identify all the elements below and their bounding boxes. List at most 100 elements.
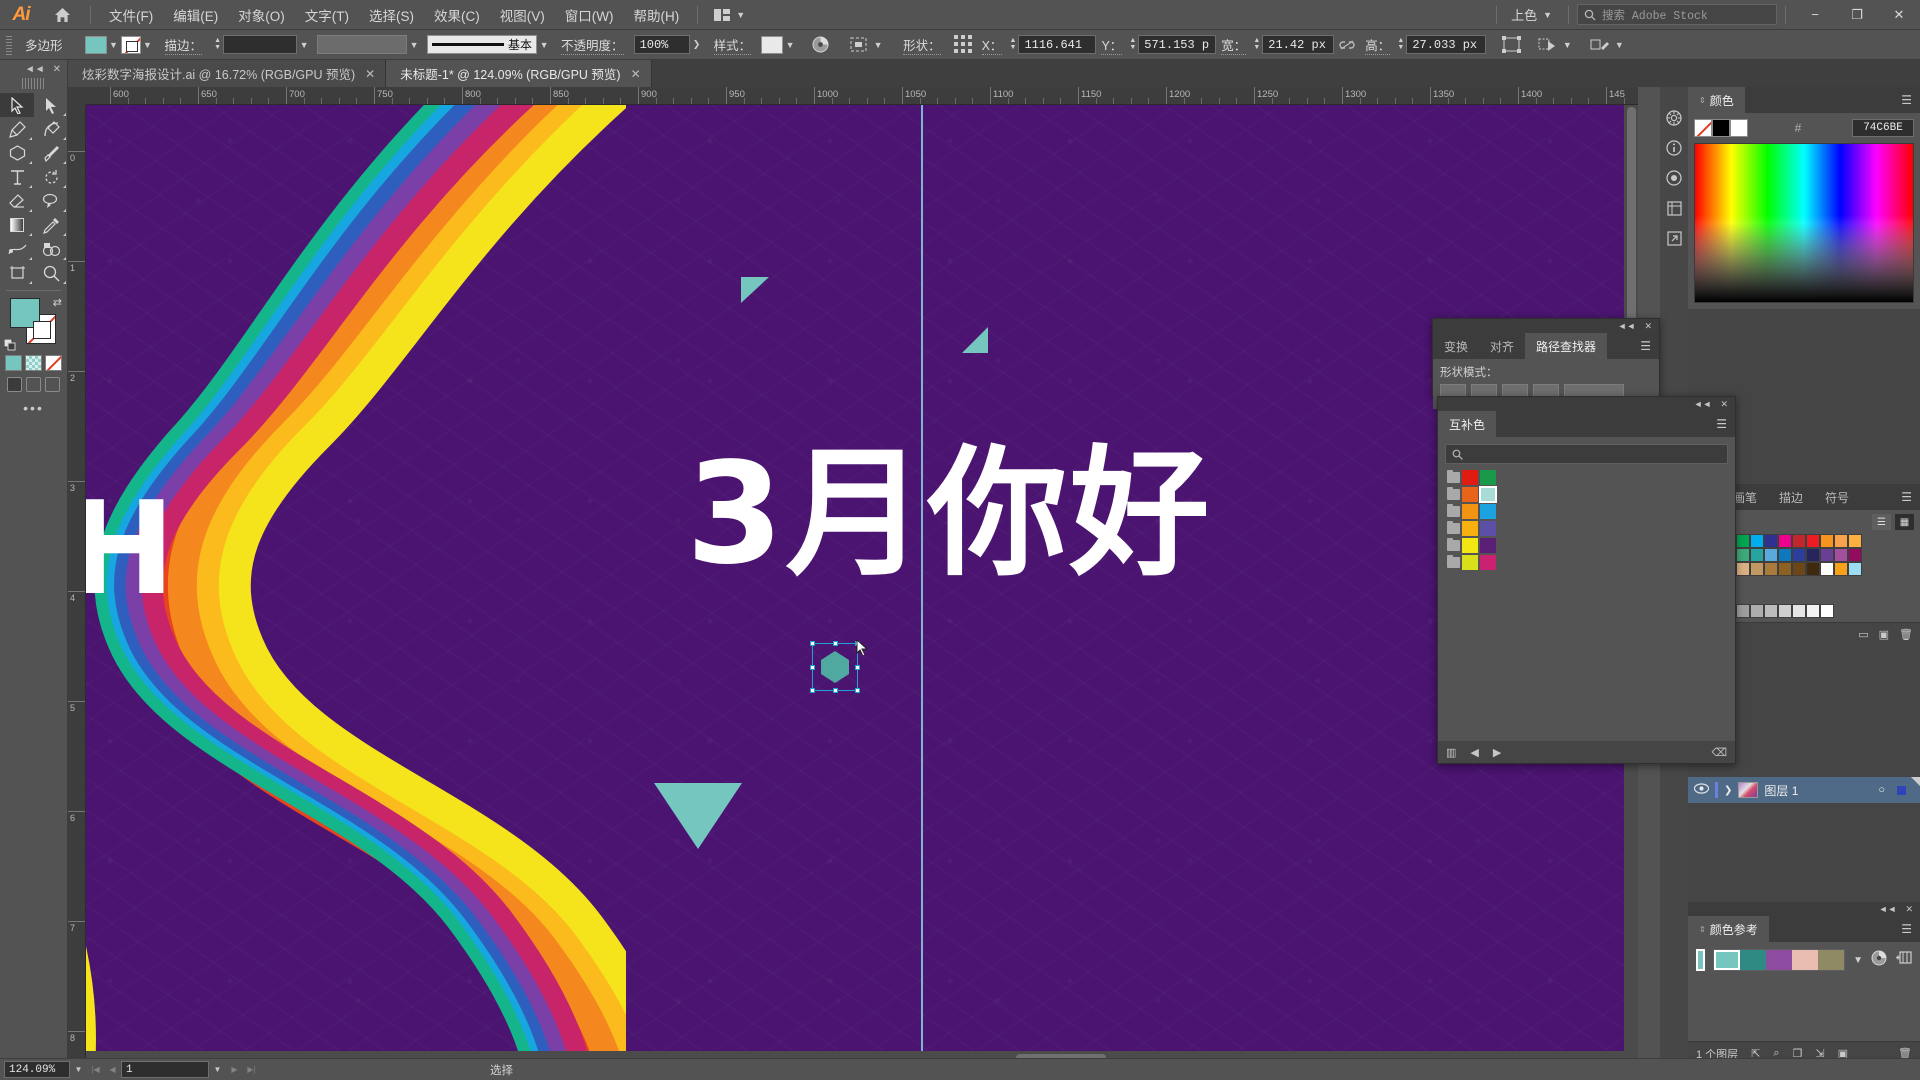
tool-pen[interactable]: [0, 117, 34, 141]
swatch-cell[interactable]: [1806, 604, 1820, 618]
pathfinder-menu-icon[interactable]: ☰: [1632, 333, 1659, 359]
rail-collapse-icon[interactable]: double-arrow-left-icon: [1660, 87, 1688, 103]
triangle-decoration-1[interactable]: [741, 277, 769, 303]
swatch-cell[interactable]: [1792, 562, 1806, 576]
stroke-swatch-chevron-icon[interactable]: ▼: [141, 36, 155, 54]
reference-point-selector[interactable]: [951, 33, 977, 57]
toolbox-grip[interactable]: [21, 78, 46, 89]
layer-name[interactable]: 图层 1: [1764, 782, 1798, 799]
ruler-origin-corner[interactable]: [68, 87, 86, 105]
tab-symbols[interactable]: 符号: [1814, 484, 1861, 510]
swatch-cell[interactable]: [1764, 604, 1778, 618]
new-swatch-icon[interactable]: ▣: [1879, 628, 1889, 641]
pathfinder-close-icon[interactable]: ✕: [1644, 321, 1652, 332]
layer-target-circle-icon[interactable]: ○: [1878, 784, 1885, 796]
prev-artboard-button[interactable]: ◀: [104, 1061, 121, 1078]
align-options-button[interactable]: [845, 33, 871, 57]
poster-headline[interactable]: 3月你好: [686, 445, 1211, 585]
color-black-swatch[interactable]: [1712, 119, 1730, 137]
tool-selection[interactable]: [0, 93, 34, 117]
color-mode-none[interactable]: [45, 355, 62, 371]
tool-gradient[interactable]: [0, 213, 34, 237]
fill-swatch-chevron-icon[interactable]: ▼: [107, 36, 121, 54]
tab-color[interactable]: ⇕ 颜色: [1688, 87, 1745, 113]
fill-color-swatch[interactable]: [84, 35, 107, 54]
menu-item-help[interactable]: 帮助(H): [623, 1, 689, 29]
harmony-swatch[interactable]: [1792, 950, 1819, 970]
artboard[interactable]: H 3月你好: [86, 105, 1638, 1065]
color-none-swatch[interactable]: [1694, 119, 1712, 137]
tab-transform[interactable]: 变换: [1433, 333, 1480, 359]
swatch-cell[interactable]: [1764, 562, 1778, 576]
tool-artboard[interactable]: [0, 261, 34, 285]
new-color-group-icon[interactable]: ▭: [1858, 628, 1868, 641]
swatch-cell[interactable]: [1792, 534, 1806, 548]
swatch-cell[interactable]: [1834, 534, 1848, 548]
swatch-cell[interactable]: [1778, 562, 1792, 576]
workspace-switcher[interactable]: 上色: [1505, 5, 1543, 24]
list-view-icon[interactable]: ☰: [1872, 514, 1891, 530]
tab-align[interactable]: 对齐: [1479, 333, 1526, 359]
zoom-level-field[interactable]: 124.09%: [4, 1061, 70, 1078]
selection-handle-br[interactable]: [855, 688, 860, 693]
chevron-down-icon[interactable]: ▼: [1543, 10, 1552, 20]
menu-item-object[interactable]: 对象(O): [228, 1, 295, 29]
control-bar-grip[interactable]: [3, 32, 15, 57]
opacity-field[interactable]: 100%: [633, 35, 690, 54]
selection-bounding-box[interactable]: [810, 641, 860, 693]
width-field[interactable]: 21.42 px: [1262, 35, 1335, 54]
triangle-decoration-3[interactable]: [654, 783, 742, 849]
color-guide-base-swatch[interactable]: [1696, 949, 1706, 971]
color-white-swatch[interactable]: [1730, 119, 1748, 137]
triangle-decoration-2[interactable]: [962, 327, 988, 353]
layer-row-1[interactable]: ❯ 图层 1 ○: [1688, 777, 1920, 803]
tool-type[interactable]: [0, 165, 34, 189]
home-icon[interactable]: [42, 0, 82, 30]
tool-direct-selection[interactable]: [34, 93, 68, 117]
color-guide-menu-icon[interactable]: ☰: [1893, 916, 1920, 942]
swatch-cell[interactable]: [1750, 548, 1764, 562]
tab-complementary[interactable]: 互补色: [1438, 411, 1497, 437]
swatch-group-row[interactable]: [1445, 537, 1728, 554]
color-guide-save-group-icon[interactable]: [1895, 950, 1912, 970]
tab-stroke[interactable]: 描边: [1768, 484, 1815, 510]
swatch-group-row[interactable]: [1445, 469, 1728, 486]
swatch-cell[interactable]: [1750, 604, 1764, 618]
next-artboard-button[interactable]: ▶: [226, 1061, 243, 1078]
zoom-level-chevron-icon[interactable]: ▼: [70, 1061, 87, 1078]
stroke-weight-stepper[interactable]: ▲ ▼: [212, 35, 223, 54]
menu-item-edit[interactable]: 编辑(E): [163, 1, 228, 29]
swatch-cell[interactable]: [1778, 548, 1792, 562]
y-position-stepper[interactable]: ▲ ▼: [1127, 35, 1138, 54]
tool-blend[interactable]: [0, 237, 34, 261]
grid-view-icon[interactable]: ▦: [1895, 514, 1914, 530]
swatch-chip[interactable]: [1480, 521, 1496, 536]
color-guide-collapse-icon[interactable]: ◄◄: [1879, 904, 1897, 914]
tab-color-guide[interactable]: ⇕ 颜色参考: [1688, 916, 1769, 942]
draw-inside-mode[interactable]: [45, 377, 60, 392]
color-guide-edit-colors-icon[interactable]: [1871, 950, 1887, 971]
style-chevron-icon[interactable]: ▼: [783, 36, 797, 54]
x-position-field[interactable]: 1116.641: [1018, 35, 1097, 54]
constrain-proportions-toggle[interactable]: [1334, 33, 1360, 57]
last-artboard-button[interactable]: ▶|: [243, 1061, 260, 1078]
stroke-profile-chevron-icon[interactable]: ▼: [407, 36, 421, 54]
harmony-swatch[interactable]: [1818, 950, 1845, 970]
complementary-delete-icon[interactable]: ⌫: [1711, 746, 1727, 759]
swatch-chip[interactable]: [1480, 470, 1496, 485]
swatch-group-row[interactable]: [1445, 486, 1728, 503]
document-tab-2-close-icon[interactable]: ✕: [631, 67, 641, 81]
color-guide-harmony-strip[interactable]: [1713, 949, 1846, 971]
artboard-number-chevron-icon[interactable]: ▼: [209, 1061, 226, 1078]
guide-vertical-2[interactable]: [921, 665, 923, 1065]
color-panel-menu-icon[interactable]: ☰: [1893, 87, 1920, 113]
transform-button[interactable]: [1498, 33, 1524, 57]
graphic-style-swatch[interactable]: [761, 35, 784, 54]
y-position-field[interactable]: 571.153 p: [1138, 35, 1217, 54]
stroke-profile-field[interactable]: [317, 35, 408, 54]
swatch-cell[interactable]: [1736, 534, 1750, 548]
tool-eraser[interactable]: [0, 189, 34, 213]
align-chevron-icon[interactable]: ▼: [871, 36, 885, 54]
swatch-chip[interactable]: [1462, 555, 1478, 570]
artboard-number-field[interactable]: 1: [121, 1061, 209, 1078]
